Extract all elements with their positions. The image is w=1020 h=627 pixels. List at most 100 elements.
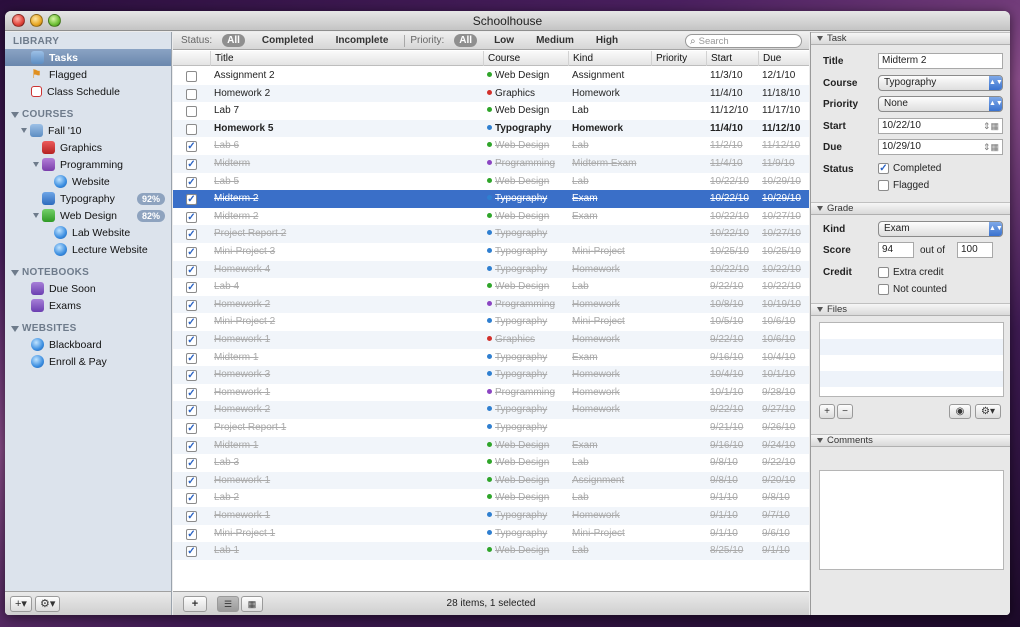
due-date-field[interactable]: 10/29/10 ⇕▦	[878, 139, 1003, 155]
priority-filter-high[interactable]: High	[591, 34, 623, 47]
priority-filter-low[interactable]: Low	[489, 34, 519, 47]
course-popup[interactable]: Typography ▲▼	[878, 74, 1003, 91]
sidebar-item-flagged[interactable]: ⚑ Flagged	[5, 66, 171, 83]
minimize-button[interactable]	[30, 14, 43, 27]
column-header-done[interactable]	[173, 51, 210, 66]
task-section-header[interactable]: Task	[811, 32, 1010, 45]
completed-checkbox[interactable]: ✓	[186, 511, 197, 522]
completed-checkbox[interactable]	[186, 71, 197, 82]
start-date-field[interactable]: 10/22/10 ⇕▦	[878, 117, 1003, 134]
completed-checkbox[interactable]: ✓	[186, 176, 197, 188]
column-header-priority[interactable]: Priority	[651, 51, 706, 66]
table-row[interactable]: ✓ Homework 1 Graphics Homework 9/22/10 10/6/1…	[173, 331, 809, 349]
date-stepper-icon[interactable]: ⇕▦	[983, 140, 999, 154]
completed-checkbox[interactable]	[186, 123, 197, 135]
table-row[interactable]: Assignment 2 Web Design Assignment 11/3/10 1…	[173, 67, 809, 85]
table-row[interactable]: Homework 2 Graphics Homework 11/4/10 11/18/1…	[173, 84, 809, 103]
sidebar-item-exams[interactable]: Exams	[5, 297, 171, 314]
column-header-title[interactable]: Title	[210, 51, 483, 66]
title-field[interactable]: Midterm 2	[878, 53, 1003, 69]
table-row[interactable]: ✓ Midterm 2 Typography Exam 10/22/10 10/29/10	[173, 190, 809, 208]
sidebar-item-programming[interactable]: Programming	[5, 156, 171, 173]
sidebar-section-courses[interactable]: COURSES	[5, 105, 171, 122]
table-row[interactable]: ✓ Project Report 1 Typography 9/21/10 9/26/1…	[173, 419, 809, 437]
table-row[interactable]: ✓ Mini-Project 2 Typography Mini-Project 10/…	[173, 313, 809, 331]
completed-checkbox[interactable]: ✓	[186, 546, 197, 558]
table-row[interactable]: Homework 5 Typography Homework 11/4/10 11/12…	[173, 119, 809, 138]
sidebar-item-lecture-website[interactable]: Lecture Website	[5, 241, 171, 258]
completed-checkbox[interactable]: ✓	[186, 528, 197, 540]
completed-checkbox[interactable]	[186, 106, 197, 118]
priority-filter-medium[interactable]: Medium	[531, 34, 579, 47]
table-row[interactable]: ✓ Midterm 1 Web Design Exam 9/16/10 9/24/10	[173, 436, 809, 455]
table-row[interactable]: ✓ Homework 2 Typography Homework 9/22/10 9/27…	[173, 401, 809, 419]
completed-checkbox[interactable]: ✓	[186, 370, 197, 382]
table-row[interactable]: ✓ Project Report 2 Typography 10/22/10 10/27…	[173, 225, 809, 243]
sidebar-item-due-soon[interactable]: Due Soon	[5, 280, 171, 297]
table-row[interactable]: ✓ Lab 5 Web Design Lab 10/22/10 10/29/10	[173, 173, 809, 191]
gear-menu-button[interactable]: ⚙▾	[34, 595, 61, 612]
add-menu-button[interactable]: +▾	[10, 595, 32, 612]
table-row[interactable]: ✓ Lab 3 Web Design Lab 9/8/10 9/22/10	[173, 454, 809, 472]
column-header-course[interactable]: Course	[483, 51, 568, 66]
completed-checkbox[interactable]: ✓	[186, 264, 197, 276]
completed-checkbox[interactable]: ✓	[186, 229, 197, 241]
remove-file-button[interactable]: −	[837, 403, 853, 419]
sidebar-item-lab-website[interactable]: Lab Website	[5, 224, 171, 241]
table-row[interactable]: Lab 7 Web Design Lab 11/12/10 11/17/10	[173, 102, 809, 120]
out-of-field[interactable]: 100	[957, 242, 993, 258]
disclosure-triangle-icon[interactable]	[33, 162, 39, 167]
column-header-start[interactable]: Start	[706, 51, 758, 66]
completed-checkbox[interactable]: ✓	[186, 159, 197, 170]
status-filter-all[interactable]: All	[222, 34, 245, 47]
completed-checkbox[interactable]: ✓	[186, 335, 197, 346]
sidebar-item-enroll-pay[interactable]: Enroll & Pay	[5, 353, 171, 370]
sidebar-section-library[interactable]: LIBRARY	[5, 32, 171, 49]
completed-checkbox[interactable]: ✓	[186, 141, 197, 153]
status-filter-incomplete[interactable]: Incomplete	[331, 34, 394, 47]
table-row[interactable]: ✓ Homework 1 Typography Homework 9/1/10 9/7/1…	[173, 507, 809, 525]
table-row[interactable]: ✓ Homework 1 Programming Homework 10/1/10 9/2…	[173, 384, 809, 402]
date-stepper-icon[interactable]: ⇕▦	[983, 119, 999, 133]
completed-checkbox[interactable]: ✓	[186, 299, 197, 311]
search-field[interactable]: ⌕ Search	[685, 34, 802, 48]
sidebar-item-website[interactable]: Website	[5, 173, 171, 190]
sidebar-item-typography[interactable]: Typography 92%	[5, 190, 171, 207]
completed-checkbox[interactable]: ✓	[186, 194, 197, 206]
sidebar-item-web-design[interactable]: Web Design 82%	[5, 207, 171, 224]
table-row[interactable]: ✓ Midterm 2 Web Design Exam 10/22/10 10/27/10	[173, 208, 809, 226]
close-button[interactable]	[12, 14, 25, 27]
score-field[interactable]: 94	[878, 242, 914, 258]
status-filter-completed[interactable]: Completed	[257, 34, 319, 47]
sidebar-item-graphics[interactable]: Graphics	[5, 139, 171, 156]
completed-checkbox[interactable]: ✓	[186, 211, 197, 223]
sidebar-item-class-schedule[interactable]: Class Schedule	[5, 83, 171, 100]
completed-checkbox[interactable]: ✓	[186, 458, 197, 470]
files-list[interactable]	[819, 321, 1004, 397]
disclosure-triangle-icon[interactable]	[21, 128, 27, 133]
not-counted-checkbox[interactable]	[878, 283, 889, 295]
completed-checkbox[interactable]: ✓	[186, 440, 197, 452]
completed-checkbox[interactable]: ✓	[186, 282, 197, 294]
flagged-checkbox[interactable]	[878, 179, 889, 191]
sidebar-item-tasks[interactable]: Tasks	[5, 49, 171, 66]
files-section-header[interactable]: Files	[811, 302, 1010, 316]
column-header-due[interactable]: Due	[758, 51, 809, 66]
comments-section-header[interactable]: Comments	[811, 433, 1010, 447]
table-row[interactable]: ✓ Lab 2 Web Design Lab 9/1/10 9/8/10	[173, 489, 809, 507]
completed-checkbox[interactable]: ✓	[186, 247, 197, 258]
grade-section-header[interactable]: Grade	[811, 201, 1010, 215]
disclosure-triangle-icon[interactable]	[33, 213, 39, 218]
completed-checkbox[interactable]	[186, 88, 197, 100]
table-row[interactable]: ✓ Homework 1 Web Design Assignment 9/8/10 9/2…	[173, 471, 809, 490]
kind-popup[interactable]: Exam ▲▼	[878, 220, 1003, 237]
zoom-button[interactable]	[48, 14, 61, 27]
completed-checkbox[interactable]: ✓	[186, 475, 197, 487]
completed-checkbox[interactable]: ✓	[186, 405, 197, 417]
sidebar-item-blackboard[interactable]: Blackboard	[5, 336, 171, 353]
column-header-kind[interactable]: Kind	[568, 51, 651, 66]
completed-checkbox[interactable]: ✓	[186, 352, 197, 364]
sidebar-item-fall-10[interactable]: Fall '10	[5, 122, 171, 139]
table-row[interactable]: ✓ Midterm 1 Typography Exam 9/16/10 10/4/10	[173, 349, 809, 367]
sidebar-section-websites[interactable]: WEBSITES	[5, 319, 171, 336]
